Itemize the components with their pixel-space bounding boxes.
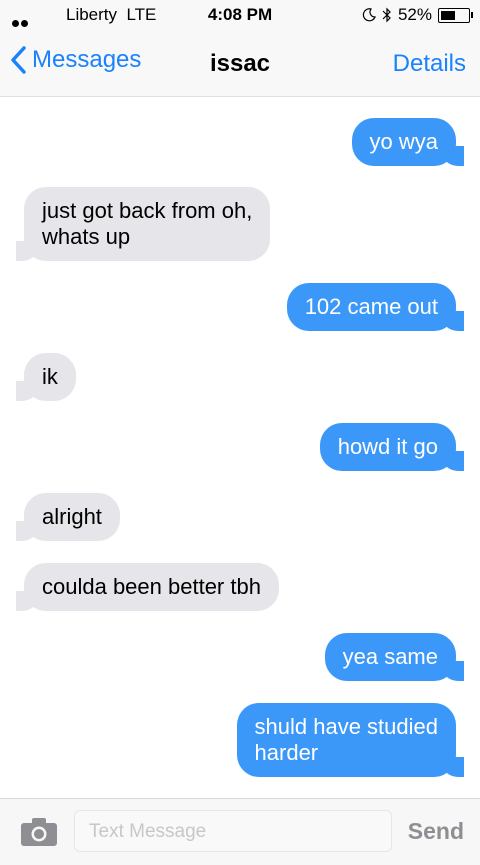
message-bubble-sent: howd it go xyxy=(319,423,465,471)
message-line: whats up xyxy=(42,224,131,249)
message-input[interactable]: Text Message xyxy=(74,810,392,852)
message-line: alright xyxy=(42,504,102,529)
message-line: yea same xyxy=(342,644,438,669)
compose-bar: Text Message Send xyxy=(0,798,480,865)
moon-icon xyxy=(362,8,376,22)
status-bar: Liberty LTE 4:08 PM 52% xyxy=(0,0,480,32)
message-line: shuld have studied xyxy=(254,714,438,739)
message-line: coulda been better tbh xyxy=(42,574,261,599)
status-right: 52% xyxy=(362,5,473,25)
message-line: ik xyxy=(42,364,58,389)
battery-fill xyxy=(441,10,455,20)
bluetooth-icon xyxy=(382,7,391,23)
message-bubble-received: alright xyxy=(16,493,120,541)
message-bubble-sent: 102 came out xyxy=(286,283,465,331)
message-line: harder xyxy=(254,740,319,765)
message-line: 102 came out xyxy=(304,294,438,319)
message-line: howd it go xyxy=(337,434,438,459)
message-bubble-received: coulda been better tbh xyxy=(16,563,279,611)
message-line: just got back from oh, xyxy=(42,198,253,223)
message-bubble-received: just got back from oh, whats up xyxy=(15,187,271,261)
battery-percent: 52% xyxy=(397,5,432,24)
message-bubble-sent: yea same xyxy=(324,633,465,681)
message-bubble-sent: shuld have studied harder xyxy=(236,703,465,777)
battery-icon xyxy=(438,7,473,23)
camera-icon[interactable] xyxy=(20,817,58,847)
message-line: yo wya xyxy=(369,129,438,154)
nav-bar: Messages issac Details xyxy=(0,32,480,97)
send-button[interactable]: Send xyxy=(408,818,464,845)
message-bubble-sent: yo wya xyxy=(351,118,465,166)
details-button[interactable]: Details xyxy=(393,50,466,78)
message-bubble-received: ik xyxy=(16,353,76,401)
